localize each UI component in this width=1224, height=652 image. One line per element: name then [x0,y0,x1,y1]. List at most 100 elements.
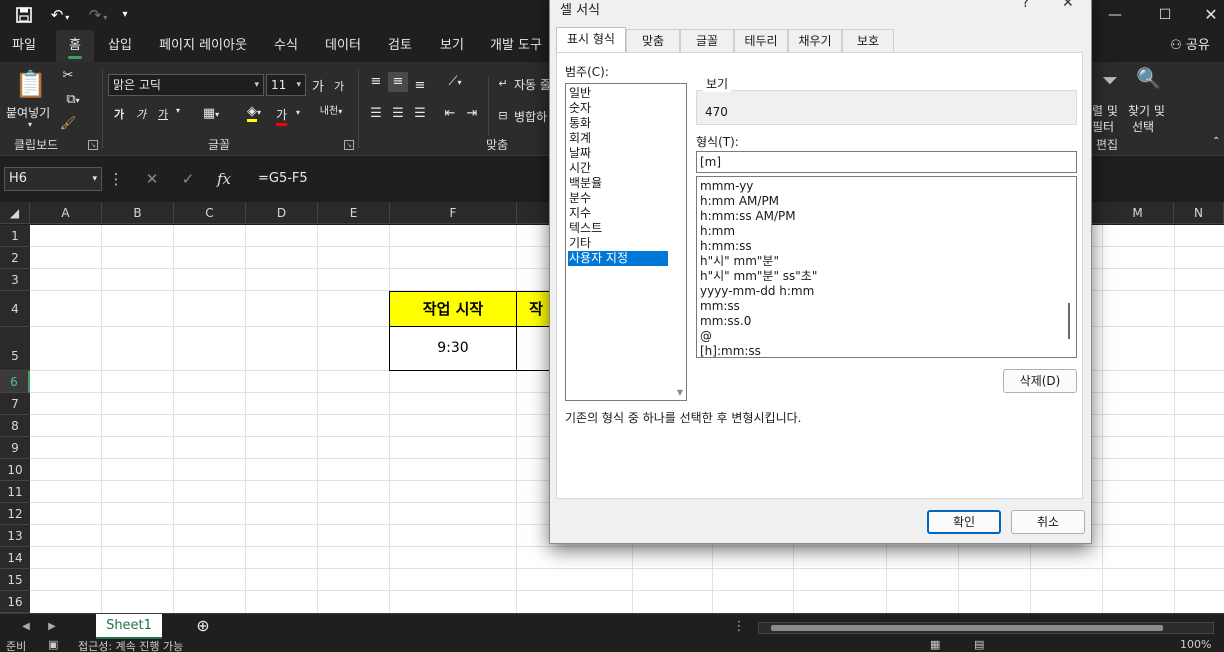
list-item[interactable]: mmm-yy [700,179,753,194]
zoom-level[interactable]: 100% [1180,640,1211,651]
fill-color-icon[interactable]: ◈▾ [238,102,270,123]
align-right-icon[interactable]: ☰ [410,104,430,124]
tab-protection[interactable]: 보호 [842,29,894,53]
tab-border[interactable]: 테두리 [734,29,788,53]
italic-button[interactable]: 가 [136,106,146,122]
list-item[interactable]: 기타 [568,236,668,251]
macro-record-icon[interactable]: ▣ [48,640,58,651]
column-header[interactable]: N [1174,202,1224,224]
prev-sheet-icon[interactable]: ◀ [18,617,34,637]
ok-button[interactable]: 확인 [927,510,1001,534]
cancel-formula-icon[interactable]: ✕ [138,167,166,191]
row-header[interactable]: 14 [0,547,30,569]
column-header[interactable]: D [246,202,318,224]
row-header[interactable]: 7 [0,393,30,415]
find-select-button[interactable]: 찾기 및 [1128,102,1165,119]
font-size-select[interactable]: 11 ▾ [266,74,306,96]
dialog-close-icon[interactable]: ✕ [1062,0,1074,11]
tab-fill[interactable]: 채우기 [788,29,842,53]
border-icon[interactable]: ▦▾ [196,104,226,125]
decrease-indent-icon[interactable]: ⇤ [440,104,460,124]
find-select-sub[interactable]: 선택 [1132,118,1154,135]
list-item[interactable]: h:mm AM/PM [700,194,779,209]
align-top-icon[interactable]: ≡ [366,72,386,92]
list-item[interactable]: @ [700,329,712,344]
cut-icon[interactable]: ✂ [58,66,78,86]
shrink-font-button[interactable]: 가 [334,78,344,94]
column-header[interactable]: A [30,202,102,224]
format-painter-icon[interactable]: 🖌 [58,114,78,134]
paste-label[interactable]: 붙여넣기 [6,104,50,121]
list-item[interactable]: yyyy-mm-dd h:mm [700,284,814,299]
minimize-icon[interactable]: — [1092,0,1138,30]
category-list[interactable]: 일반 숫자 통화 회계 날짜 시간 백분율 분수 지수 텍스트 기타 사용자 지… [565,83,687,401]
underline-button[interactable]: 가 [158,106,168,122]
sheet-bar-more-icon[interactable]: ⋮ [732,617,746,637]
format-code-input[interactable]: [m] [696,151,1077,173]
list-item[interactable]: 통화 [568,116,668,131]
next-sheet-icon[interactable]: ▶ [44,617,60,637]
font-color-button[interactable]: 가 [276,106,288,126]
filter-icon[interactable]: ⏷ [1098,70,1122,90]
tab-formulas[interactable]: 수식 [266,30,306,62]
row-header[interactable]: 4 [0,291,30,327]
sort-filter-sub[interactable]: 필터 [1092,118,1114,135]
help-icon[interactable]: ? [1022,0,1029,11]
accessibility-status[interactable]: 접근성: 계속 진행 가능 [78,640,183,652]
grow-font-button[interactable]: 가 [312,76,324,95]
row-header[interactable]: 9 [0,437,30,459]
align-bottom-icon[interactable]: ≡ [410,76,430,96]
list-item[interactable]: h"시" mm"분" ss"초" [700,269,817,284]
sort-filter-button[interactable]: 렬 및 [1092,102,1118,119]
bold-button[interactable]: 가 [114,106,124,122]
page-layout-view-icon[interactable]: ▤ [974,640,984,651]
list-item[interactable]: mm:ss [700,299,740,314]
tab-file[interactable]: 파일 [4,30,44,62]
tab-font[interactable]: 글꼴 [680,29,734,53]
tab-data[interactable]: 데이터 [318,30,368,62]
font-name-select[interactable]: 맑은 고딕 ▾ [108,74,264,96]
list-item[interactable]: 텍스트 [568,221,668,236]
list-item[interactable]: [h]:mm:ss [700,344,761,357]
phonetic-icon[interactable]: 내천▾ [316,102,346,122]
name-box[interactable]: H6 ▾ [4,167,102,191]
column-header[interactable]: M [1102,202,1174,224]
tab-review[interactable]: 검토 [380,30,420,62]
column-header[interactable]: E [318,202,390,224]
align-left-icon[interactable]: ☰ [366,104,386,124]
row-header-selected[interactable]: 6 [0,371,30,393]
underline-dropdown-icon[interactable]: ▾ [176,106,180,115]
horizontal-scrollbar[interactable] [758,622,1214,634]
align-middle-icon[interactable]: ≡ [388,72,408,92]
paste-icon[interactable]: 📋 [14,68,48,102]
scrollbar-thumb[interactable] [771,625,1163,631]
list-item[interactable]: 분수 [568,191,668,206]
column-header[interactable]: C [174,202,246,224]
align-center-icon[interactable]: ☰ [388,104,408,124]
save-icon[interactable] [12,4,36,26]
font-color-dropdown-icon[interactable]: ▾ [296,108,300,117]
list-item[interactable]: 회계 [568,131,668,146]
window-close-icon[interactable]: ✕ [1188,0,1224,30]
row-header[interactable]: 11 [0,481,30,503]
tab-page-layout[interactable]: 페이지 레이아웃 [152,30,254,62]
row-header[interactable]: 1 [0,225,30,247]
list-item[interactable]: h:mm [700,224,735,239]
insert-function-icon[interactable]: fx [210,167,238,191]
row-header[interactable]: 10 [0,459,30,481]
column-header[interactable]: B [102,202,174,224]
merge-icon[interactable]: ⊟ [494,106,512,126]
tab-view[interactable]: 보기 [432,30,472,62]
format-list-scrollbar[interactable] [1068,303,1070,339]
tab-insert[interactable]: 삽입 [100,30,140,62]
cell-f5[interactable]: 9:30 [389,326,517,371]
more-icon[interactable]: ⋮ [106,167,126,191]
tab-developer[interactable]: 개발 도구 [484,30,548,62]
list-item[interactable]: 일반 [568,86,668,101]
format-list[interactable]: mmm-yy h:mm AM/PM h:mm:ss AM/PM h:mm h:m… [696,176,1077,358]
customize-toolbar-icon[interactable]: ▾ [116,4,134,26]
add-sheet-icon[interactable]: ⊕ [192,616,214,636]
list-item[interactable]: 백분율 [568,176,668,191]
ribbon-collapse-icon[interactable]: ⌃ [1212,136,1220,147]
find-icon[interactable]: 🔍 [1136,68,1161,88]
